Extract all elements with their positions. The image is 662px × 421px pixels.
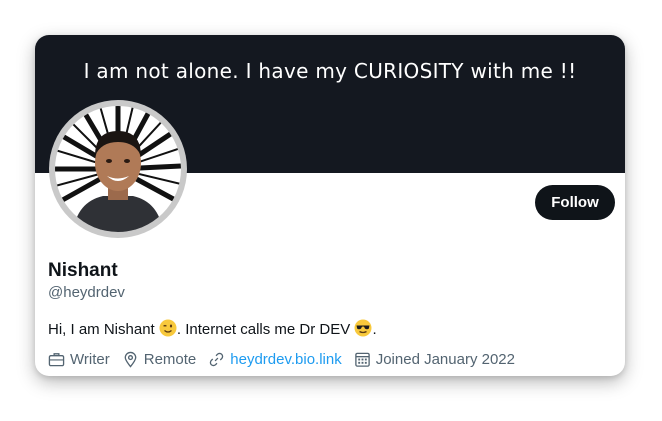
calendar-icon — [354, 352, 370, 367]
profile-bio: Hi, I am Nishant . Internet calls me Dr … — [48, 319, 377, 338]
bio-text-2: . Internet calls me Dr DEV — [176, 321, 355, 338]
avatar[interactable] — [49, 100, 187, 238]
meta-profession: Writer — [48, 351, 110, 368]
location-pin-icon — [124, 351, 137, 368]
banner-text: I am not alone. I have my CURIOSITY with… — [83, 59, 577, 83]
link-icon — [210, 352, 224, 367]
follow-button[interactable]: Follow — [535, 185, 615, 220]
website-link[interactable]: heydrdev.bio.link — [230, 351, 341, 368]
joined-text: Joined January 2022 — [375, 351, 515, 368]
meta-joined: Joined January 2022 — [354, 351, 515, 368]
profession-text: Writer — [70, 351, 110, 368]
bio-text-1: Hi, I am Nishant — [48, 321, 159, 338]
meta-location: Remote — [122, 351, 197, 368]
profile-handle: @heydrdev — [48, 284, 125, 301]
profile-meta: Writer Remote heydrdev.bio.link Joined J… — [48, 351, 527, 368]
profile-name: Nishant — [48, 260, 118, 281]
avatar-image — [55, 106, 181, 232]
profile-card: I am not alone. I have my CURIOSITY with… — [35, 35, 625, 376]
briefcase-icon — [48, 353, 65, 367]
winking-face-emoji — [159, 319, 177, 337]
sunglasses-face-emoji — [354, 319, 372, 337]
location-text: Remote — [143, 351, 197, 368]
bio-text-3: . — [372, 321, 377, 338]
meta-website[interactable]: heydrdev.bio.link — [208, 351, 342, 368]
